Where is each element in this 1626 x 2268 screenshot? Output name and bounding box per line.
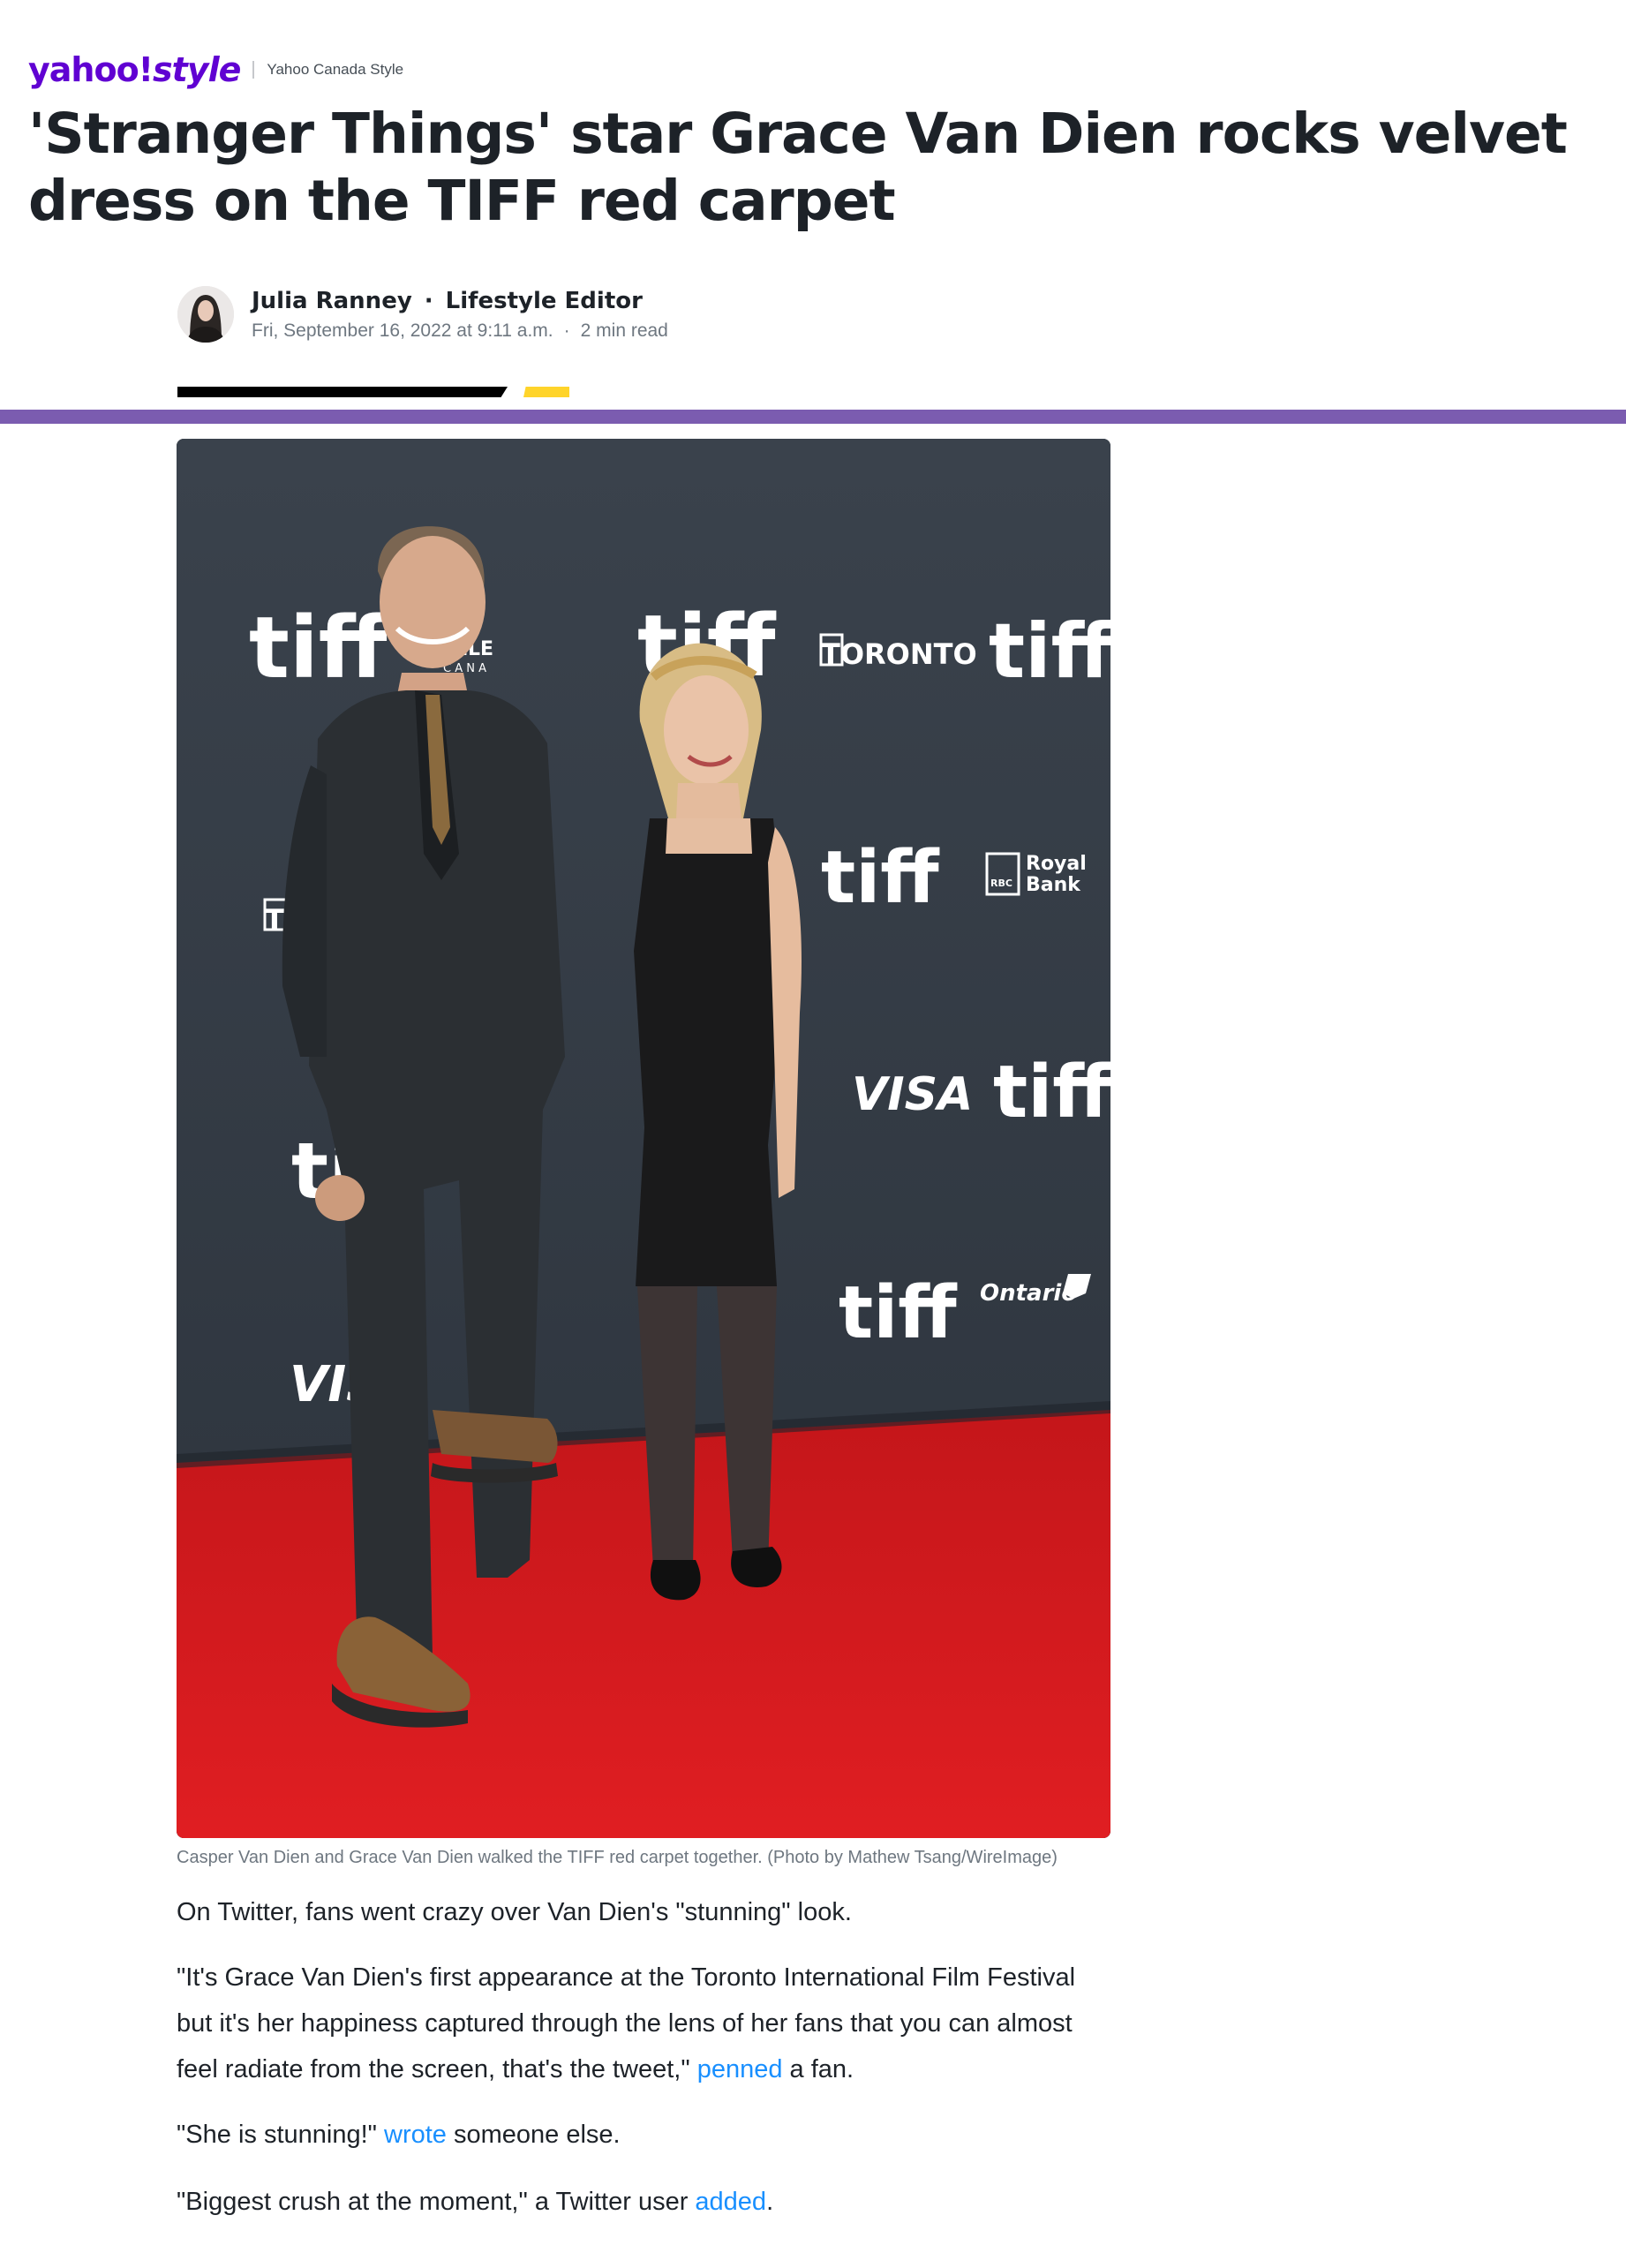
- section-divider: [0, 410, 1626, 424]
- backdrop-ontario: Ontario: [980, 1280, 1077, 1307]
- backdrop-tiff: tiff: [989, 607, 1110, 696]
- paragraph-4-end: .: [766, 2188, 774, 2216]
- yahoo-style-logo[interactable]: yahoo!style: [28, 53, 241, 87]
- photo-caption: Casper Van Dien and Grace Van Dien walke…: [177, 1848, 1058, 1867]
- paragraph-4: "Biggest crush at the moment," a Twitter…: [177, 2179, 1112, 2225]
- article-photo[interactable]: tiff tiff tiff tiff tiff tiff tiff TORON…: [177, 439, 1110, 1838]
- backdrop-toronto: TORONTO: [821, 637, 977, 671]
- backdrop-tiff: tiff: [249, 599, 388, 697]
- paragraph-3-text: "She is stunning!": [177, 2121, 385, 2149]
- paragraph-3-end: someone else.: [446, 2121, 621, 2149]
- meta-dot: ·: [563, 320, 570, 341]
- author-avatar[interactable]: [177, 286, 234, 343]
- section-label[interactable]: Yahoo Canada Style: [267, 61, 403, 79]
- brand-divider: [252, 61, 255, 79]
- author-role: Lifestyle Editor: [445, 288, 643, 314]
- paragraph-2: "It's Grace Van Dien's first appearance …: [177, 1955, 1112, 2092]
- backdrop-tiff: tiff: [821, 836, 940, 920]
- paragraph-2-end: a fan.: [782, 2055, 854, 2083]
- site-brand[interactable]: yahoo!style Yahoo Canada Style: [28, 49, 403, 90]
- paragraph-4-text: "Biggest crush at the moment," a Twitter…: [177, 2188, 696, 2216]
- read-time: 2 min read: [580, 320, 668, 341]
- paragraph-2-text: "It's Grace Van Dien's first appearance …: [177, 1963, 1076, 2083]
- paragraph-3: "She is stunning!" wrote someone else.: [177, 2112, 1112, 2158]
- backdrop-tiff: tiff: [839, 1271, 958, 1355]
- link-added[interactable]: added: [695, 2188, 766, 2216]
- backdrop-rbc: RBC: [990, 878, 1012, 889]
- red-carpet: [177, 1410, 1110, 1838]
- backdrop-tiff: tiff: [993, 1051, 1110, 1134]
- byline-dot: ·: [424, 288, 433, 314]
- accent-bar-yellow: [523, 387, 569, 397]
- backdrop-visa: VISA: [852, 1068, 973, 1121]
- link-penned[interactable]: penned: [697, 2055, 783, 2083]
- paragraph-1: On Twitter, fans went crazy over Van Die…: [177, 1898, 852, 1926]
- publish-date: Fri, September 16, 2022 at 9:11 a.m.: [252, 320, 553, 341]
- byline: Julia Ranney · Lifestyle Editor Fri, Sep…: [177, 283, 668, 346]
- link-wrote[interactable]: wrote: [384, 2121, 447, 2149]
- accent-bar-black: [177, 387, 508, 397]
- author-name[interactable]: Julia Ranney: [252, 287, 412, 315]
- article-headline: 'Stranger Things' star Grace Van Dien ro…: [28, 102, 1568, 233]
- backdrop-bank: Bank: [1026, 874, 1081, 896]
- backdrop-royal: Royal: [1026, 853, 1087, 875]
